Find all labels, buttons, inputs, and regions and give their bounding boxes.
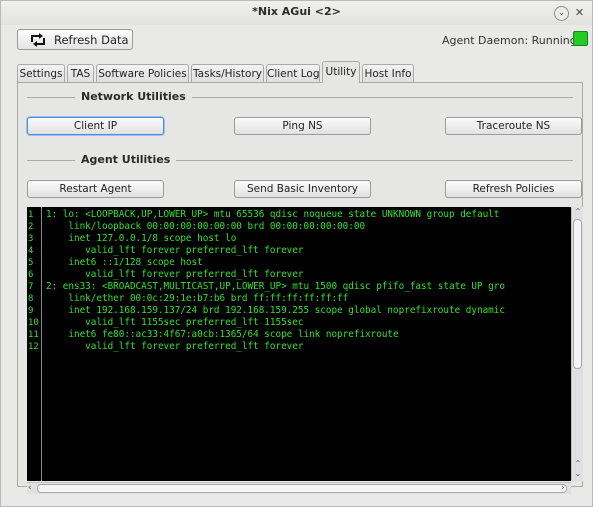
output-line: 2: ens33: <BROADCAST,MULTICAST,UP,LOWER_… <box>46 281 505 292</box>
vertical-scrollbar[interactable]: ⌃ ⌃ ⌄ <box>571 207 583 481</box>
agent-daemon-status: Agent Daemon: Running <box>442 34 577 47</box>
tab-utility[interactable]: Utility <box>322 61 360 83</box>
tab-settings[interactable]: Settings <box>17 64 65 82</box>
line-number: 1 <box>28 210 34 220</box>
send-basic-inventory-button[interactable]: Send Basic Inventory <box>234 180 371 198</box>
output-line: valid_lft 1155sec preferred_lft 1155sec <box>46 317 304 328</box>
horizontal-scrollbar[interactable]: ‹ › <box>27 482 571 494</box>
output-line: inet6 ::1/128 scope host <box>46 257 203 268</box>
output-line: inet 127.0.0.1/8 scope host lo <box>46 233 237 244</box>
daemon-status-indicator <box>573 31 588 46</box>
line-number: 6 <box>28 270 34 280</box>
output-console[interactable]: 1 2 3 4 5 6 7 8 9 10 11 12 1: lo: <LOOPB… <box>27 207 571 481</box>
app-window: *Nix AGui <2> ⌄ ✕ Refresh Data Agent Dae… <box>0 0 593 507</box>
title-bar[interactable]: *Nix AGui <2> ⌄ ✕ <box>1 1 592 25</box>
tab-software-policies[interactable]: Software Policies <box>96 64 189 82</box>
output-line: valid_lft forever preferred_lft forever <box>46 269 304 280</box>
line-number: 7 <box>28 282 34 292</box>
tab-tas[interactable]: TAS <box>67 64 94 82</box>
output-line: link/ether 00:0c:29:1e:b7:b6 brd ff:ff:f… <box>46 293 349 304</box>
refresh-policies-button[interactable]: Refresh Policies <box>445 180 582 198</box>
tab-host-info[interactable]: Host Info <box>362 64 414 82</box>
output-line: valid_lft forever preferred_lft forever <box>46 341 304 352</box>
line-number: 4 <box>28 246 34 256</box>
scroll-left-icon[interactable]: ‹ <box>28 483 32 494</box>
output-line: inet6 fe80::ac33:4f67:a0cb:1365/64 scope… <box>46 329 399 340</box>
window-title: *Nix AGui <2> <box>252 5 341 18</box>
scroll-up-icon[interactable]: ⌃ <box>573 459 583 469</box>
output-line: valid_lft forever preferred_lft forever <box>46 245 304 256</box>
refresh-icon <box>31 33 45 47</box>
tab-client-log[interactable]: Client Log <box>266 64 320 82</box>
vertical-scroll-thumb[interactable] <box>573 219 582 369</box>
scroll-up-icon[interactable]: ⌃ <box>573 207 583 217</box>
tab-tasks-history[interactable]: Tasks/History <box>191 64 264 82</box>
output-line: inet 192.168.159.137/24 brd 192.168.159.… <box>46 305 505 316</box>
horizontal-scroll-thumb[interactable] <box>37 484 567 493</box>
line-number: 12 <box>28 342 39 352</box>
line-number: 9 <box>28 306 34 316</box>
output-line: 1: lo: <LOOPBACK,UP,LOWER_UP> mtu 65536 … <box>46 209 500 220</box>
line-number: 5 <box>28 258 34 268</box>
close-icon[interactable]: ✕ <box>573 6 586 19</box>
ping-ns-button[interactable]: Ping NS <box>234 117 371 135</box>
scroll-down-icon[interactable]: ⌄ <box>573 469 583 479</box>
line-number: 2 <box>28 222 34 232</box>
line-number: 11 <box>28 330 39 340</box>
output-line: link/loopback 00:00:00:00:00:00 brd 00:0… <box>46 221 366 232</box>
traceroute-ns-button[interactable]: Traceroute NS <box>445 117 582 135</box>
line-number: 10 <box>28 318 39 328</box>
minimize-icon[interactable]: ⌄ <box>554 6 569 21</box>
client-ip-button[interactable]: Client IP <box>27 117 164 135</box>
line-number: 3 <box>28 234 34 244</box>
line-number-gutter: 1 2 3 4 5 6 7 8 9 10 11 12 <box>27 207 42 481</box>
line-number: 8 <box>28 294 34 304</box>
network-utilities-title: Network Utilities <box>75 90 192 103</box>
refresh-data-label: Refresh Data <box>54 33 129 47</box>
agent-utilities-title: Agent Utilities <box>75 153 177 166</box>
refresh-data-button[interactable]: Refresh Data <box>17 29 133 50</box>
restart-agent-button[interactable]: Restart Agent <box>27 180 164 198</box>
scroll-right-icon[interactable]: › <box>561 483 565 494</box>
